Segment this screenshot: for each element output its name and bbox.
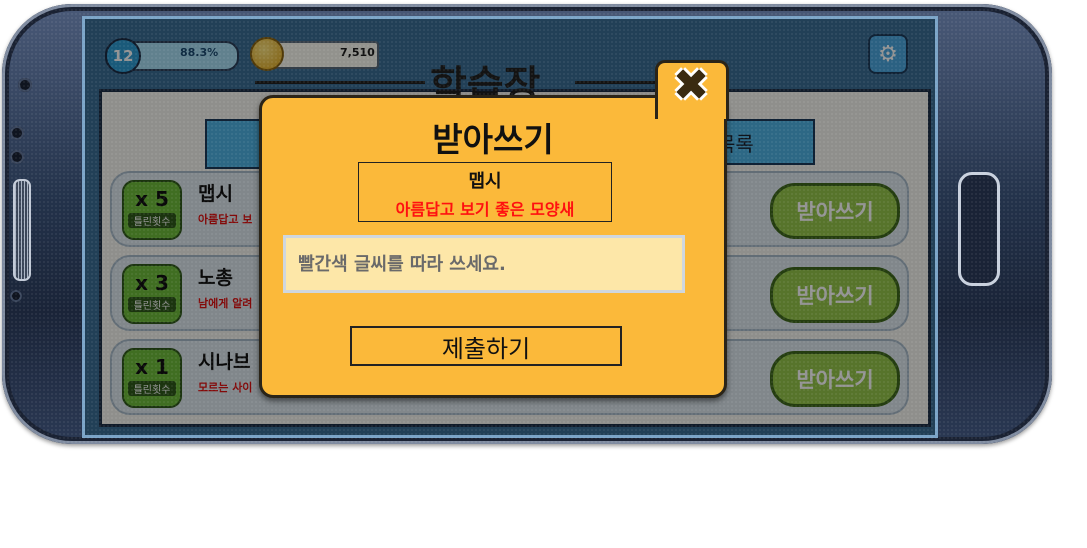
dictation-button[interactable]: 받아쓰기 [770, 183, 900, 239]
answer-input[interactable] [283, 235, 685, 293]
dictation-button[interactable]: 받아쓰기 [770, 267, 900, 323]
wrong-count-badge: x 5 틀린횟수 [122, 180, 182, 240]
level-badge: 12 [105, 38, 141, 74]
coin-count: 7,510 [340, 46, 375, 59]
modal-title: 받아쓰기 [432, 120, 554, 159]
meaning-text: 남에게 알려 [198, 297, 253, 310]
sensor-lower [10, 290, 22, 302]
close-button[interactable]: ✖ [665, 64, 717, 108]
meaning-text: 모르는 사이 [198, 381, 253, 394]
meaning-text: 아름답고 보 [198, 213, 253, 226]
settings-button[interactable]: ⚙ [868, 34, 908, 74]
word-text: 시나브 [198, 351, 251, 373]
close-icon: ✖ [672, 60, 710, 111]
title-underline-left [255, 81, 425, 84]
title-underline-right [575, 81, 655, 84]
submit-button[interactable]: 제출하기 [350, 326, 622, 366]
word-text: 맵시 [198, 183, 233, 205]
gear-icon: ⚙ [878, 41, 898, 67]
dictation-button[interactable]: 받아쓰기 [770, 351, 900, 407]
prompt-box: 맵시 아름답고 보기 좋은 모양새 [358, 162, 612, 222]
dictation-modal: ✖ 받아쓰기 맵시 아름답고 보기 좋은 모양새 제출하기 [259, 60, 729, 398]
home-button[interactable] [958, 172, 1000, 286]
prompt-word: 맵시 [468, 171, 502, 192]
front-camera [18, 78, 32, 92]
sensor-bottom [10, 150, 24, 164]
word-text: 노총 [198, 267, 233, 289]
wrong-count-badge: x 3 틀린횟수 [122, 264, 182, 324]
level-progress-text: 88.3% [180, 46, 219, 59]
wrong-count-badge: x 1 틀린횟수 [122, 348, 182, 408]
speaker-grille [13, 179, 31, 281]
sensor-top [10, 126, 24, 140]
coin-icon [250, 37, 284, 71]
prompt-meaning: 아름답고 보기 좋은 모양새 [395, 200, 575, 219]
